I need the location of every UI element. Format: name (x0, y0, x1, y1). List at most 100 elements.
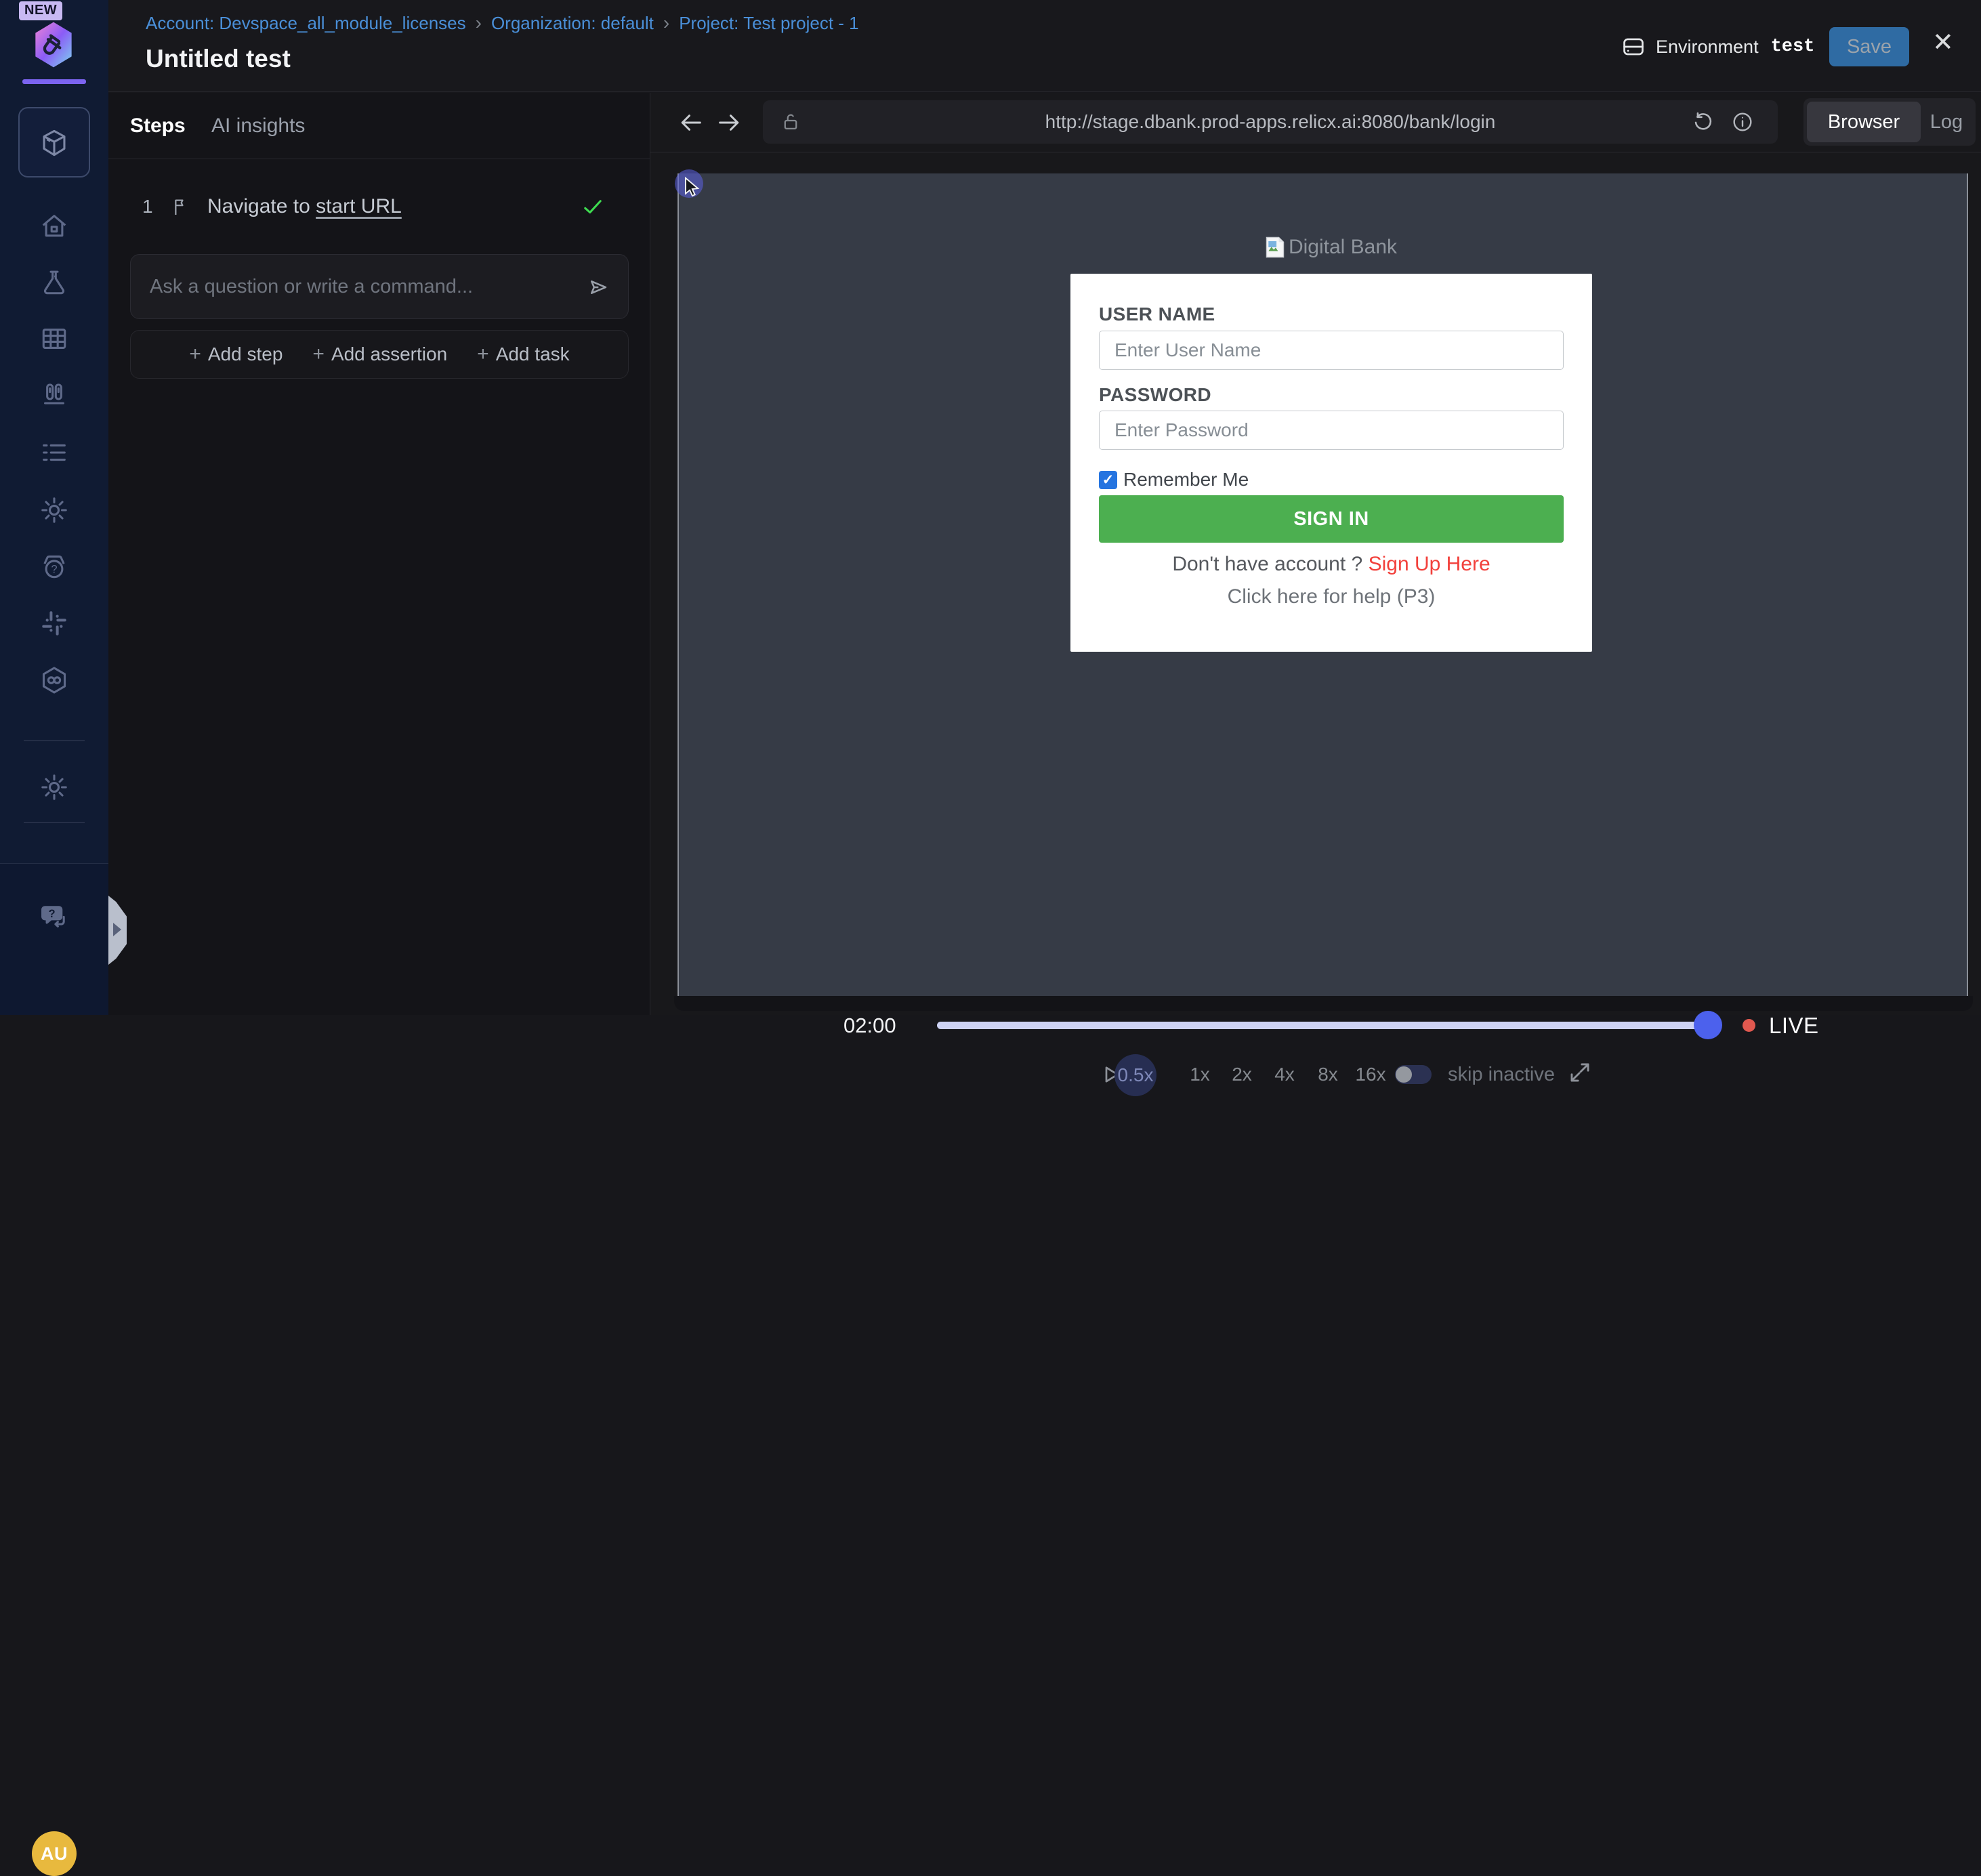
tab-browser[interactable]: Browser (1807, 102, 1921, 142)
new-badge: NEW (19, 1, 62, 20)
slack-icon[interactable] (39, 608, 70, 639)
active-module-indicator (22, 79, 86, 84)
speed-1x-button[interactable]: 1x (1190, 1064, 1210, 1085)
sign-in-button[interactable]: SIGN IN (1099, 495, 1564, 543)
flag-icon (169, 196, 191, 217)
bank-logo-alt-text: Digital Bank (1289, 236, 1397, 259)
sidebar-divider (24, 822, 85, 823)
cursor-arrow-icon (680, 175, 706, 201)
url-bar[interactable]: http://stage.dbank.prod-apps.relicx.ai:8… (763, 100, 1778, 144)
svg-text:?: ? (49, 908, 56, 920)
username-field[interactable] (1099, 331, 1564, 370)
environment-value: test (1771, 37, 1815, 57)
playback-bar: 02:00 LIVE 0.5x 1x 2x 4x 8x 16x skip ina… (674, 996, 1973, 1011)
help-chat-icon[interactable]: ? (39, 901, 70, 932)
add-task-label: Add task (496, 343, 570, 365)
browser-viewport[interactable]: Digital Bank USER NAME PASSWORD ✓ Rememb… (677, 173, 1968, 996)
step-row[interactable]: 1 Navigate to start URL (142, 190, 623, 223)
skip-inactive-label: skip inactive (1448, 1064, 1555, 1086)
environment-drive-icon (1621, 34, 1646, 60)
fullscreen-expand-icon[interactable] (1567, 1060, 1593, 1085)
forward-arrow-icon[interactable] (715, 109, 743, 136)
command-input[interactable] (131, 255, 628, 318)
step-description: Navigate to start URL (207, 195, 402, 218)
signup-row: Don't have account ? Sign Up Here (1070, 553, 1592, 576)
skip-inactive-toggle[interactable] (1395, 1065, 1432, 1084)
chevron-right-icon (113, 923, 121, 936)
save-button[interactable]: Save (1829, 27, 1909, 66)
bank-logo-broken-image: Digital Bank (1070, 236, 1592, 259)
signup-prompt: Don't have account ? (1172, 553, 1362, 575)
top-header: Account: Devspace_all_module_licenses › … (108, 0, 1981, 92)
view-switch: Browser Log (1803, 98, 1976, 146)
columns-icon[interactable] (39, 380, 70, 411)
live-label: LIVE (1769, 1013, 1819, 1039)
environment-label: Environment (1656, 37, 1759, 58)
settings-gear-icon[interactable] (39, 495, 70, 526)
breadcrumb-account[interactable]: Account: Devspace_all_module_licenses (146, 13, 466, 34)
start-url-link[interactable]: start URL (316, 195, 402, 217)
speed-0-5x-button[interactable]: 0.5x (1114, 1054, 1156, 1096)
add-step-label: Add step (208, 343, 283, 365)
breadcrumb-project[interactable]: Project: Test project - 1 (679, 13, 858, 34)
close-icon[interactable]: ✕ (1932, 30, 1954, 56)
timeline-knob[interactable] (1694, 1011, 1722, 1039)
add-assertion-button[interactable]: + Add assertion (312, 343, 447, 366)
login-card: USER NAME PASSWORD ✓ Remember Me SIGN IN… (1070, 274, 1592, 652)
svg-text:?: ? (51, 564, 57, 576)
browser-chrome-bar: http://stage.dbank.prod-apps.relicx.ai:8… (650, 93, 1981, 152)
step-description-prefix: Navigate to (207, 195, 316, 217)
app-logo-icon[interactable] (32, 20, 75, 72)
tab-ai-insights[interactable]: AI insights (211, 114, 305, 138)
speed-2x-button[interactable]: 2x (1232, 1064, 1252, 1085)
timeline-track[interactable] (937, 1022, 1709, 1029)
plus-icon: + (189, 343, 201, 366)
reload-icon[interactable] (1691, 110, 1715, 134)
sidebar-bottom-section: ? AU (0, 863, 108, 1015)
broken-image-icon (1266, 236, 1285, 258)
environment-selector[interactable]: Environment test (1621, 34, 1814, 60)
add-assertion-label: Add assertion (331, 343, 447, 365)
infinity-hexagon-icon[interactable] (39, 665, 70, 696)
live-dot-icon (1743, 1019, 1755, 1032)
breadcrumb: Account: Devspace_all_module_licenses › … (146, 12, 859, 34)
remember-me-row: ✓ Remember Me (1099, 469, 1249, 491)
password-field[interactable] (1099, 411, 1564, 450)
plus-icon: + (477, 343, 489, 366)
chevron-right-icon: › (466, 12, 491, 34)
info-icon[interactable] (1730, 110, 1755, 134)
remember-checkbox[interactable]: ✓ (1099, 471, 1117, 489)
add-step-button[interactable]: + Add step (189, 343, 283, 366)
username-label: USER NAME (1099, 304, 1215, 325)
tab-steps[interactable]: Steps (130, 114, 186, 138)
settings-gear-icon[interactable] (39, 772, 70, 803)
command-input-box (130, 254, 629, 319)
step-number: 1 (142, 196, 169, 217)
sidebar-item-tests-active[interactable] (18, 107, 90, 178)
flask-icon[interactable] (39, 268, 70, 299)
checklist-icon[interactable] (39, 437, 70, 468)
add-task-button[interactable]: + Add task (477, 343, 569, 366)
help-link[interactable]: Click here for help (P3) (1070, 585, 1592, 608)
url-text[interactable]: http://stage.dbank.prod-apps.relicx.ai:8… (763, 100, 1778, 144)
plus-icon: + (312, 343, 325, 366)
speed-4x-button[interactable]: 4x (1274, 1064, 1295, 1085)
breadcrumb-organization[interactable]: Organization: default (491, 13, 654, 34)
tab-log[interactable]: Log (1921, 111, 1972, 133)
remote-cursor (679, 173, 720, 214)
remember-label: Remember Me (1123, 469, 1249, 491)
send-icon[interactable] (586, 275, 610, 299)
back-arrow-icon[interactable] (677, 109, 705, 136)
avatar[interactable]: AU (32, 1831, 77, 1876)
speed-16x-button[interactable]: 16x (1355, 1064, 1385, 1085)
grid-icon[interactable] (39, 323, 70, 354)
home-icon[interactable] (39, 211, 70, 242)
signup-link[interactable]: Sign Up Here (1369, 553, 1490, 575)
password-label: PASSWORD (1099, 384, 1211, 406)
playback-time: 02:00 (843, 1014, 896, 1038)
step-actions-bar: + Add step + Add assertion + Add task (130, 330, 629, 379)
steps-tab-bar: Steps AI insights (108, 93, 650, 159)
steps-panel: Steps AI insights 1 Navigate to start UR… (108, 93, 650, 1015)
incognito-icon[interactable]: ? (39, 551, 70, 582)
speed-8x-button[interactable]: 8x (1318, 1064, 1338, 1085)
